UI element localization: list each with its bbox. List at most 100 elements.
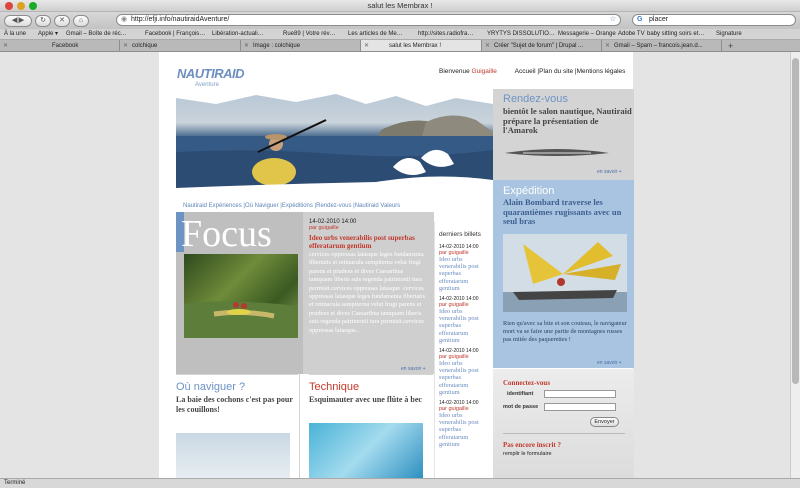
search-value[interactable]: placer [649, 16, 668, 23]
vertical-scrollbar[interactable] [790, 52, 800, 478]
close-tab-icon[interactable]: ✕ [3, 40, 8, 51]
page-viewport: NAUTIRAID Aventure Bienvenue Guigaille A… [0, 52, 790, 478]
search-field[interactable]: G placer [632, 14, 796, 26]
technique-block: Technique Esquimauter avec une flûte à b… [309, 374, 433, 478]
browser-toolbar: ◀|▶ ↻ ✕ ⌂ ◉ http://efji.info/nautiraidAv… [0, 12, 800, 29]
bookmark-item[interactable]: Les articles de Me… [348, 29, 403, 39]
billets-heading: derniers billets [439, 231, 481, 238]
subnav-rendezvous[interactable]: Rendez-vous [316, 203, 351, 209]
identifiant-label: identifiant [507, 391, 534, 397]
bookmark-item[interactable]: Signature [716, 29, 742, 39]
rendezvous-heading[interactable]: Rendez-vous [503, 93, 634, 105]
rendezvous-text[interactable]: bientôt le salon nautique, Nautiraid pré… [503, 106, 634, 136]
password-label: mot de passe [503, 404, 539, 410]
url-text[interactable]: http://efji.info/nautiraidAventure/ [131, 16, 229, 23]
close-tab-icon[interactable]: ✕ [244, 40, 249, 51]
sitemap-link[interactable]: Plan du site [539, 68, 573, 75]
bookmark-item[interactable]: Gmail – Boîte de réc… [66, 29, 127, 39]
zoom-window-icon[interactable] [29, 2, 37, 10]
subnav-expeditions[interactable]: Expéditions [282, 203, 313, 209]
identifiant-field[interactable] [544, 390, 616, 398]
bookmark-item[interactable]: À la une [4, 29, 26, 39]
password-field[interactable] [544, 403, 616, 411]
focus-more-link[interactable]: en savoir + [401, 366, 426, 372]
expedition-heading[interactable]: Expédition [503, 185, 634, 197]
focus-kayak-photo[interactable] [184, 254, 298, 338]
bookmarks-bar: À la une Apple ▾ Gmail – Boîte de réc… F… [0, 29, 800, 40]
close-tab-icon[interactable]: ✕ [364, 40, 369, 51]
bookmark-item[interactable]: Facebook | François… [145, 29, 205, 39]
billet-item[interactable]: 14-02-2010 14:00 par guigaille Ideo urbs… [439, 296, 489, 344]
expedition-more-link[interactable]: en savoir + [597, 360, 622, 366]
bookmark-item[interactable]: Rue89 | Votre rév… [283, 29, 336, 39]
column-divider [299, 374, 300, 478]
close-tab-icon[interactable]: ✕ [123, 40, 128, 51]
home-button[interactable]: ⌂ [73, 14, 89, 27]
technique-heading[interactable]: Technique [309, 381, 433, 393]
scrollbar-thumb[interactable] [792, 58, 799, 384]
subnav-experiences[interactable]: Nautiraid Expériences [183, 203, 242, 209]
signup-heading: Pas encore inscrit ? [503, 441, 561, 449]
signup-link[interactable]: remplir le formulaire [503, 451, 552, 457]
tab-facebook[interactable]: ✕ Facebook [0, 40, 120, 51]
send-button[interactable]: Envoyer [590, 417, 619, 427]
naviguer-text[interactable]: La baie des cochons c'est pas pour les c… [176, 395, 298, 414]
tab-image-colchique[interactable]: ✕ Image : colchique [241, 40, 361, 51]
forward-arrow-icon[interactable]: ▶ [19, 17, 24, 24]
close-tab-icon[interactable]: ✕ [485, 40, 490, 51]
forest-river-illustration [184, 301, 298, 338]
billet-item[interactable]: 14-02-2010 14:00 par guigaille Ideo urbs… [439, 348, 489, 396]
site-logo[interactable]: NAUTIRAID [177, 66, 245, 81]
user-name[interactable]: Guigaille [472, 68, 497, 75]
top-links: Bienvenue Guigaille Accueil |Plan du sit… [439, 68, 626, 75]
close-tab-icon[interactable]: ✕ [605, 40, 610, 51]
new-tab-icon[interactable]: + [728, 40, 733, 51]
subnav-naviguer[interactable]: Où Naviguer [245, 203, 279, 209]
bookmark-item[interactable]: YRYTYS DISSOLUTIO… [487, 29, 555, 39]
bookmark-item[interactable]: Adobe TV [618, 29, 645, 39]
bookmark-item[interactable]: http://sites.radiofra… [418, 29, 473, 39]
naviguer-block: Où naviguer ? La baie des cochons c'est … [176, 374, 298, 478]
bookmark-item[interactable]: Libération-actuali… [212, 29, 264, 39]
subnav-valeurs[interactable]: Nautiraid Valeurs [355, 203, 401, 209]
focus-headline[interactable]: Ideo urbs venerabilis post superbas effe… [309, 234, 427, 250]
minimize-window-icon[interactable] [17, 2, 25, 10]
tab-salut-membrax[interactable]: ✕ salut les Membrax ! [361, 40, 482, 51]
rendezvous-more-link[interactable]: en savoir + [597, 169, 622, 175]
page-icon: ◉ [121, 16, 128, 23]
stop-icon: ✕ [59, 16, 65, 24]
focus-body: cervices oppressas latasque leges fundam… [309, 251, 426, 334]
bookmark-item[interactable]: Messagerie – Orange [558, 29, 616, 39]
reload-button[interactable]: ↻ [35, 14, 51, 27]
tab-gmail[interactable]: ✕ Gmail – Spam – francois.jean.d... [602, 40, 722, 51]
window-controls[interactable] [5, 2, 37, 10]
bookmark-star-icon[interactable]: ☆ [610, 15, 616, 25]
technique-text[interactable]: Esquimauter avec une flûte à bec [309, 395, 433, 405]
url-bar[interactable]: ◉ http://efji.info/nautiraidAventure/ ☆ [116, 14, 621, 26]
kayak-product-image[interactable] [503, 147, 611, 159]
tab-colchique[interactable]: ✕ colchique [120, 40, 241, 51]
billet-item[interactable]: 14-02-2010 14:00 par guigaille Ideo urbs… [439, 244, 489, 292]
close-window-icon[interactable] [5, 2, 13, 10]
status-bar: Terminé [0, 478, 800, 488]
naviguer-photo[interactable] [176, 433, 290, 478]
rendezvous-panel: Rendez-vous bientôt le salon nautique, N… [493, 89, 634, 180]
expedition-headline[interactable]: Alain Bombard traverse les quarantièmes … [503, 197, 634, 227]
focus-byline[interactable]: par guigaille [309, 225, 339, 231]
back-arrow-icon[interactable]: ◀ [12, 17, 17, 24]
legal-link[interactable]: Mentions légales [577, 68, 626, 75]
site-logo-sub: Aventure [195, 82, 219, 88]
home-icon: ⌂ [78, 16, 84, 24]
naviguer-heading[interactable]: Où naviguer ? [176, 381, 298, 393]
stop-button[interactable]: ✕ [54, 14, 70, 27]
home-link[interactable]: Accueil [515, 68, 536, 75]
focus-date: 14-02-2010 14:00 par guigaille [309, 219, 357, 231]
tab-drupal[interactable]: ✕ Créer "Sujet de forum" | Drupal ... [482, 40, 602, 51]
bookmark-item[interactable]: baby sitting soirs et… [647, 29, 704, 39]
bookmark-item[interactable]: Apple ▾ [38, 29, 58, 39]
technique-photo[interactable] [309, 423, 423, 478]
expedition-panel: Expédition Alain Bombard traverse les qu… [493, 180, 634, 368]
back-forward-button[interactable]: ◀|▶ [4, 14, 32, 27]
expedition-photo[interactable] [503, 234, 627, 312]
billet-item[interactable]: 14-02-2010 14:00 par guigaille Ideo urbs… [439, 400, 489, 448]
